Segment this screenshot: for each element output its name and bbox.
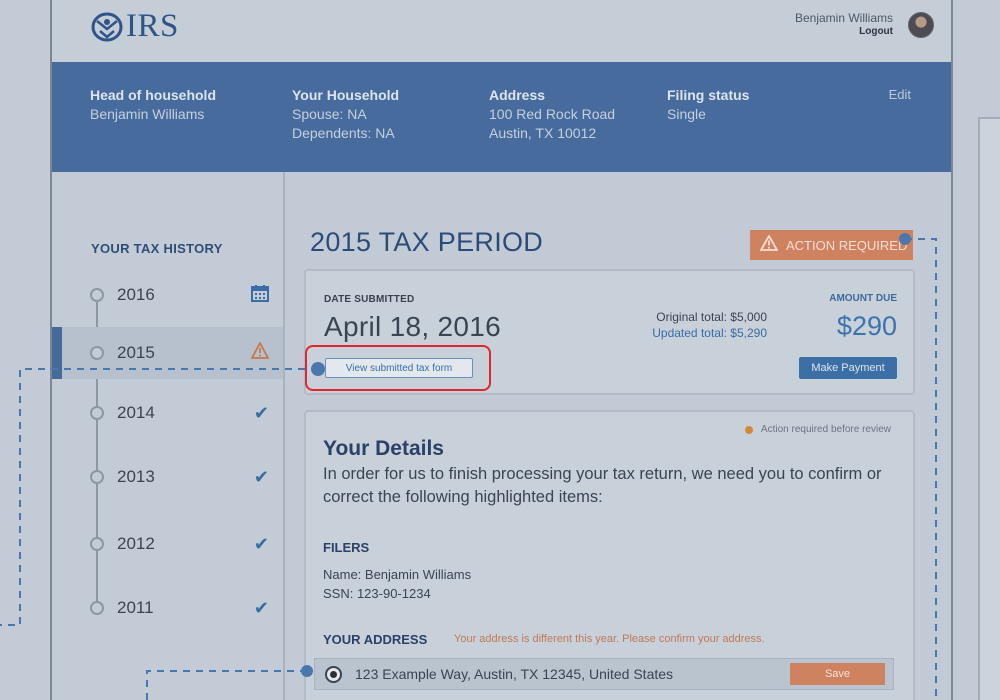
- highlight-box: [305, 345, 491, 391]
- logout-link[interactable]: Logout: [795, 25, 893, 38]
- sidebar-item-2015[interactable]: 2015: [52, 327, 283, 379]
- make-payment-button[interactable]: Make Payment: [799, 357, 897, 379]
- timeline-dot: [90, 537, 104, 551]
- sidebar-title: YOUR TAX HISTORY: [91, 241, 223, 256]
- sidebar-item-2012[interactable]: 2012 ✔: [52, 518, 283, 570]
- your-household: Your Household Spouse: NA Dependents: NA: [292, 86, 399, 143]
- address-option-text: 123 Example Way, Austin, TX 12345, Unite…: [355, 666, 674, 682]
- legend: Action required before review: [744, 424, 891, 435]
- user-menu[interactable]: Benjamin Williams Logout: [795, 12, 893, 38]
- filer-info: Name: Benjamin Williams SSN: 123-90-1234: [323, 565, 471, 603]
- address-line2: Austin, TX 10012: [489, 125, 597, 141]
- filing-status: Filing status Single: [667, 86, 749, 124]
- household-heading: Your Household: [292, 87, 400, 103]
- date-submitted-label: DATE SUBMITTED: [324, 294, 415, 305]
- logo-text: IRS: [126, 8, 179, 44]
- timeline-dot: [90, 288, 104, 302]
- your-address-heading: YOUR ADDRESS: [323, 632, 428, 647]
- warning-icon: [759, 233, 779, 256]
- original-total: Original total: $5,000: [656, 310, 767, 324]
- timeline-dot: [90, 406, 104, 420]
- action-badge-label: ACTION REQUIRED: [786, 237, 908, 253]
- year-label: 2015: [117, 343, 155, 362]
- check-icon: ✔: [253, 597, 269, 618]
- user-name: Benjamin Williams: [794, 11, 893, 25]
- check-icon: ✔: [253, 466, 269, 487]
- updated-total: Updated total: $5,290: [652, 326, 767, 340]
- right-panel: [978, 117, 1000, 700]
- eagle-icon: [91, 12, 123, 41]
- page-title: 2015 TAX PERIOD: [310, 227, 544, 257]
- sidebar-item-2016[interactable]: 2016: [52, 269, 283, 321]
- household-dependents: Dependents: NA: [292, 125, 395, 141]
- action-required-badge[interactable]: ACTION REQUIRED: [750, 230, 913, 260]
- sidebar-item-2013[interactable]: 2013 ✔: [52, 451, 283, 503]
- year-label: 2016: [117, 285, 155, 304]
- check-icon: ✔: [253, 533, 269, 554]
- sidebar-item-2011[interactable]: 2011 ✔: [52, 582, 283, 634]
- filing-heading: Filing status: [667, 87, 750, 103]
- timeline-dot: [90, 601, 104, 615]
- address-note: Your address is different this year. Ple…: [454, 633, 765, 645]
- warning-icon: [250, 341, 270, 364]
- avatar[interactable]: [908, 12, 934, 38]
- main-content: 2015 TAX PERIOD ACTION REQUIRED DATE SUB…: [287, 172, 951, 700]
- timeline-dot: [90, 346, 104, 360]
- filer-name: Name: Benjamin Williams: [323, 567, 472, 582]
- your-details-card: Action required before review Your Detai…: [304, 410, 915, 700]
- timeline-dot: [90, 470, 104, 484]
- address-heading: Address: [489, 87, 546, 103]
- head-name: Benjamin Williams: [90, 106, 205, 122]
- totals: Original total: $5,000 Updated total: $5…: [652, 309, 767, 341]
- household-bar: Head of household Benjamin Williams Your…: [52, 62, 951, 172]
- address-line1: 100 Red Rock Road: [489, 106, 616, 122]
- address-option-row[interactable]: 123 Example Way, Austin, TX 12345, Unite…: [314, 658, 894, 690]
- year-label: 2013: [117, 467, 155, 486]
- details-description: In order for us to finish processing you…: [323, 465, 882, 506]
- amount-due-label: AMOUNT DUE: [829, 293, 897, 304]
- calendar-icon: [251, 284, 269, 307]
- edit-link[interactable]: Edit: [889, 87, 911, 102]
- check-icon: ✔: [253, 402, 269, 423]
- date-submitted: April 18, 2016: [324, 311, 501, 342]
- details-title: Your Details: [323, 437, 444, 460]
- tax-history-sidebar: YOUR TAX HISTORY 2016 2015 2014 ✔ 2013 ✔…: [52, 172, 285, 700]
- irs-logo[interactable]: IRS: [90, 8, 179, 45]
- year-label: 2012: [117, 534, 155, 553]
- year-label: 2011: [117, 598, 154, 617]
- filers-heading: FILERS: [323, 540, 370, 555]
- head-heading: Head of household: [90, 87, 216, 103]
- household-spouse: Spouse: NA: [292, 106, 367, 122]
- sidebar-item-2014[interactable]: 2014 ✔: [52, 387, 283, 439]
- legend-label: Action required before review: [760, 424, 891, 435]
- action-dot-icon: [744, 425, 753, 434]
- save-button[interactable]: Save: [790, 663, 885, 685]
- filer-ssn: SSN: 123-90-1234: [323, 586, 431, 601]
- top-bar: IRS Benjamin Williams Logout: [52, 0, 951, 62]
- address-info: Address 100 Red Rock Road Austin, TX 100…: [489, 86, 615, 143]
- filing-value: Single: [667, 106, 706, 122]
- address-radio[interactable]: [325, 665, 342, 683]
- head-of-household: Head of household Benjamin Williams: [90, 86, 216, 124]
- year-label: 2014: [117, 403, 155, 422]
- amount-due: $290: [836, 311, 897, 341]
